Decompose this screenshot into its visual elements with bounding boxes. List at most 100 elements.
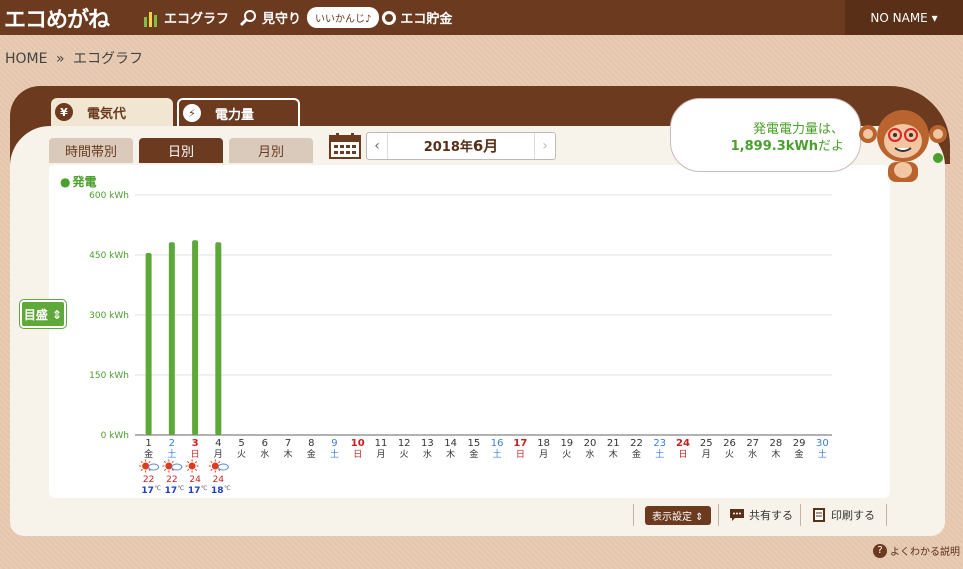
x-tick-day: 18 <box>537 438 550 449</box>
x-tick-day: 20 <box>584 438 597 449</box>
display-settings-button[interactable]: 表示設定 ⇕ <box>645 504 711 526</box>
sun-ray <box>210 461 213 464</box>
speech-balloon-icon <box>730 509 744 521</box>
x-tick-day: 19 <box>560 438 573 449</box>
x-tick-day: 3 <box>192 438 199 449</box>
help-label: よくわかる説明 <box>890 547 960 558</box>
x-tick-weekday: 土 <box>818 448 827 460</box>
x-tick-weekday: 水 <box>423 448 432 460</box>
toolbar-divider <box>886 504 887 526</box>
weather-high-temp: 24 <box>189 475 201 485</box>
y-tick-label: 600 kWh <box>89 191 129 201</box>
cloud-icon <box>148 463 160 471</box>
x-tick-day: 13 <box>421 438 434 449</box>
sun-icon <box>211 462 219 470</box>
monkey-mascot-icon <box>859 110 947 182</box>
cloud-icon <box>171 463 183 471</box>
x-tick-weekday: 金 <box>632 448 641 460</box>
x-tick-day: 22 <box>630 438 643 449</box>
x-tick-day: 1 <box>145 438 151 449</box>
x-tick-weekday: 金 <box>307 448 316 460</box>
help-link[interactable]: ? よくわかる説明 <box>873 543 960 558</box>
x-tick-weekday: 火 <box>237 449 246 460</box>
x-tick-day: 29 <box>793 438 806 449</box>
y-tick-label: 300 kWh <box>89 311 129 321</box>
x-tick-day: 6 <box>262 438 268 449</box>
sun-ray <box>171 461 174 464</box>
share-button[interactable]: 共有する <box>729 504 793 526</box>
x-tick-weekday: 日 <box>353 449 362 460</box>
x-tick-weekday: 土 <box>330 448 339 460</box>
x-tick-weekday: 木 <box>446 448 455 460</box>
x-tick-day: 7 <box>285 438 291 449</box>
x-tick-day: 10 <box>351 438 365 449</box>
x-tick-weekday: 水 <box>748 448 757 460</box>
x-tick-day: 16 <box>491 438 504 449</box>
weather-temp-unit: ℃ <box>177 485 184 492</box>
bar <box>145 253 152 435</box>
x-tick-weekday: 月 <box>214 449 223 460</box>
x-tick-day: 24 <box>676 438 690 449</box>
daily-generation-chart: 0 kWh150 kWh300 kWh450 kWh600 kWh1金2土3日4… <box>89 191 832 496</box>
toolbar-divider <box>800 504 801 526</box>
speech-bubble: 発電電力量は、 1,899.3kWhだよ <box>670 98 861 172</box>
cloud-icon <box>217 463 229 471</box>
x-tick-day: 5 <box>238 438 244 449</box>
bar <box>192 240 199 435</box>
x-tick-day: 2 <box>169 438 175 449</box>
x-tick-day: 23 <box>653 438 666 449</box>
weather-high-temp: 22 <box>143 475 154 485</box>
sun-icon <box>188 462 196 470</box>
sun-ray <box>148 461 151 464</box>
x-tick-day: 21 <box>607 438 620 449</box>
x-tick-weekday: 月 <box>702 449 711 460</box>
bar <box>215 242 222 435</box>
x-tick-weekday: 金 <box>144 448 153 460</box>
scale-button[interactable]: 目盛 ⇕ <box>20 300 66 328</box>
sun-ray <box>210 468 213 471</box>
x-tick-weekday: 火 <box>562 449 571 460</box>
x-tick-day: 25 <box>700 438 713 449</box>
x-tick-weekday: 金 <box>795 448 804 460</box>
sun-ray <box>163 461 167 464</box>
x-tick-weekday: 木 <box>284 448 293 460</box>
toolbar-divider <box>718 504 719 526</box>
x-tick-day: 4 <box>215 438 221 449</box>
x-tick-weekday: 土 <box>167 448 176 460</box>
weather-high-temp: 22 <box>166 475 177 485</box>
sun-ray <box>140 468 143 471</box>
sun-ray <box>187 468 190 471</box>
x-tick-weekday: 木 <box>771 448 780 460</box>
x-tick-weekday: 日 <box>516 449 525 460</box>
speech-suffix: だよ <box>817 139 844 154</box>
printer-icon <box>813 508 825 522</box>
sun-ray <box>187 461 190 464</box>
x-tick-day: 15 <box>468 438 481 449</box>
x-tick-weekday: 土 <box>493 448 502 460</box>
x-tick-weekday: 火 <box>400 449 409 460</box>
y-tick-label: 450 kWh <box>89 251 129 261</box>
print-label: 印刷する <box>831 509 875 522</box>
print-button[interactable]: 印刷する <box>812 504 875 526</box>
x-tick-weekday: 金 <box>469 448 478 460</box>
sun-ray <box>194 461 198 464</box>
y-tick-label: 0 kWh <box>101 431 129 441</box>
weather-temp-unit: ℃ <box>154 485 161 492</box>
sun-icon <box>165 462 173 470</box>
x-tick-weekday: 日 <box>678 449 687 460</box>
weather-low-temp: 17 <box>165 486 178 496</box>
x-tick-day: 9 <box>331 438 337 449</box>
x-tick-weekday: 火 <box>725 449 734 460</box>
x-tick-day: 17 <box>513 438 527 449</box>
weather-low-temp: 18 <box>211 486 224 496</box>
y-tick-label: 150 kWh <box>89 371 129 381</box>
x-tick-day: 14 <box>444 438 457 449</box>
weather-temp-unit: ℃ <box>224 485 231 492</box>
x-tick-day: 28 <box>770 438 783 449</box>
x-tick-day: 11 <box>375 438 388 449</box>
weather-high-temp: 24 <box>213 475 225 485</box>
toolbar-divider <box>633 504 634 526</box>
weather-low-temp: 17 <box>188 486 201 496</box>
x-tick-weekday: 木 <box>609 448 618 460</box>
x-tick-weekday: 月 <box>539 449 548 460</box>
